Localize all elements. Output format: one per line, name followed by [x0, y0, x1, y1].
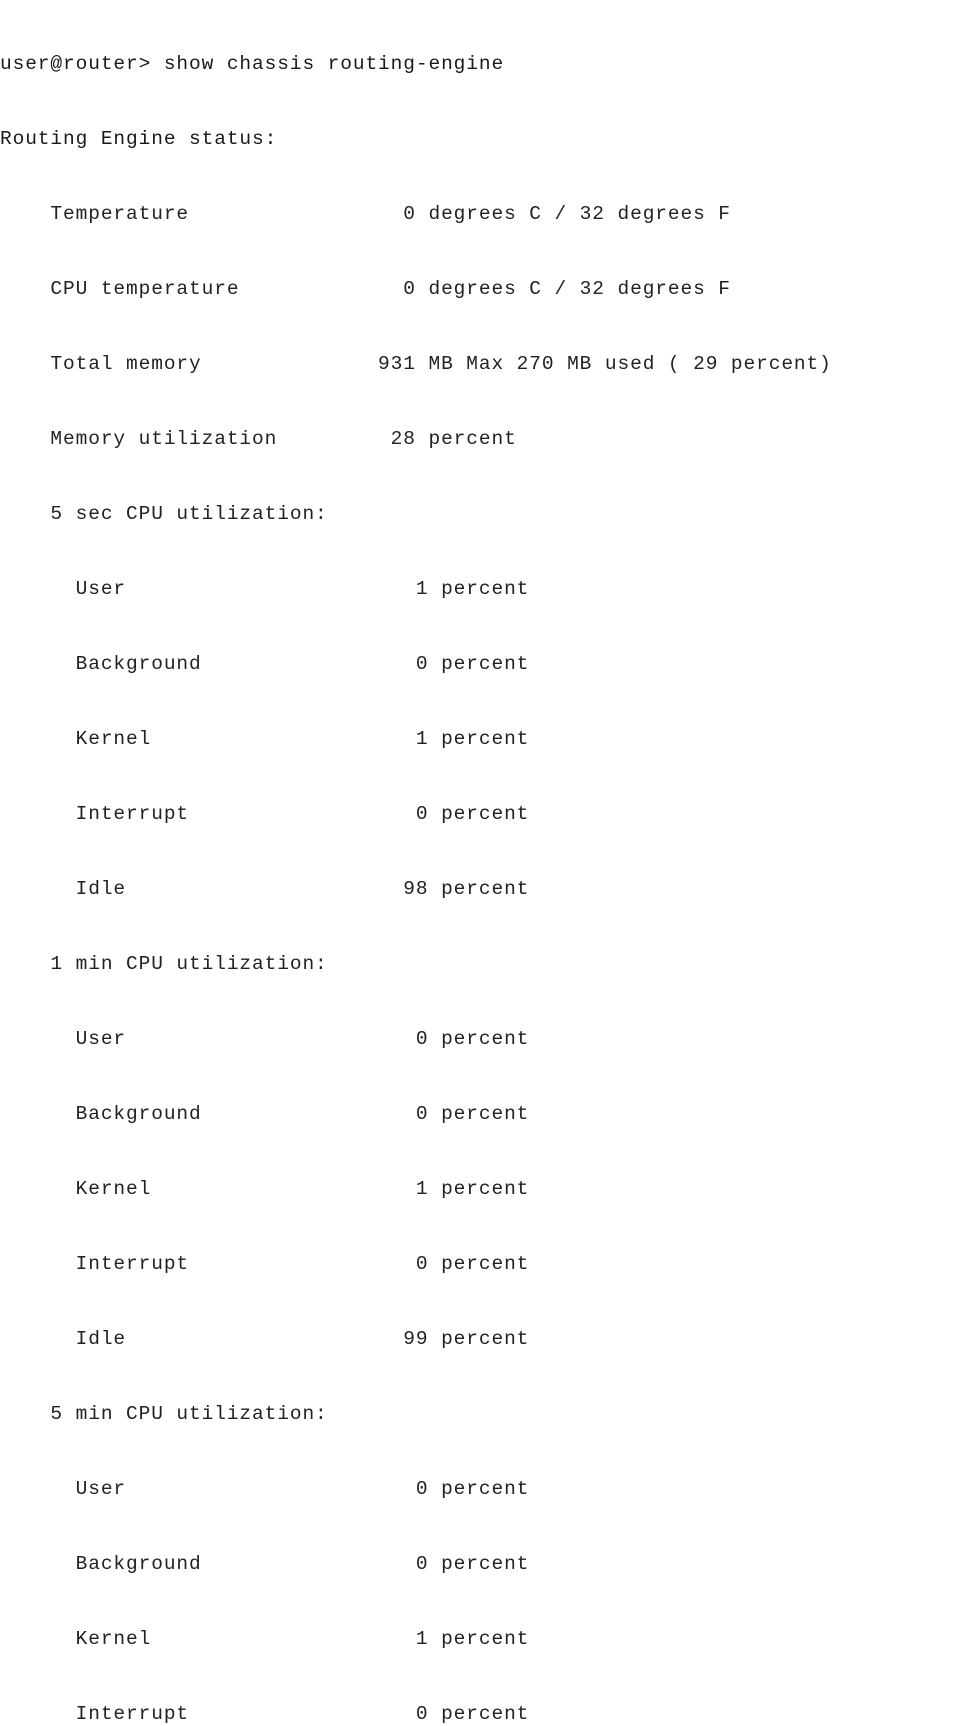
row-1min-background: Background 0 percent	[0, 1103, 530, 1125]
row-cpu-temperature: CPU temperature 0 degrees C / 32 degrees…	[0, 278, 731, 300]
row-5sec-kernel: Kernel 1 percent	[0, 728, 530, 750]
row-temperature: Temperature 0 degrees C / 32 degrees F	[0, 203, 731, 225]
row-1min-idle: Idle 99 percent	[0, 1328, 530, 1350]
routing-engine-status-heading: Routing Engine status:	[0, 128, 278, 150]
row-5sec-background: Background 0 percent	[0, 653, 530, 675]
row-5min-user: User 0 percent	[0, 1478, 530, 1500]
row-1min-user: User 0 percent	[0, 1028, 530, 1050]
row-5sec-interrupt: Interrupt 0 percent	[0, 803, 530, 825]
row-5min-interrupt: Interrupt 0 percent	[0, 1703, 530, 1725]
section-header-5-sec-cpu-utilization: 5 sec CPU utilization:	[0, 503, 328, 525]
row-1min-interrupt: Interrupt 0 percent	[0, 1253, 530, 1275]
row-5min-background: Background 0 percent	[0, 1553, 530, 1575]
row-5sec-idle: Idle 98 percent	[0, 878, 530, 900]
row-5sec-user: User 1 percent	[0, 578, 530, 600]
row-5min-kernel: Kernel 1 percent	[0, 1628, 530, 1650]
section-header-5-min-cpu-utilization: 5 min CPU utilization:	[0, 1403, 328, 1425]
command-line: user@router> show chassis routing-engine	[0, 53, 505, 75]
terminal-output[interactable]: user@router> show chassis routing-engine…	[0, 0, 974, 1725]
row-memory-utilization: Memory utilization 28 percent	[0, 428, 517, 450]
row-1min-kernel: Kernel 1 percent	[0, 1178, 530, 1200]
section-header-1-min-cpu-utilization: 1 min CPU utilization:	[0, 953, 328, 975]
row-total-memory: Total memory 931 MB Max 270 MB used ( 29…	[0, 353, 832, 375]
